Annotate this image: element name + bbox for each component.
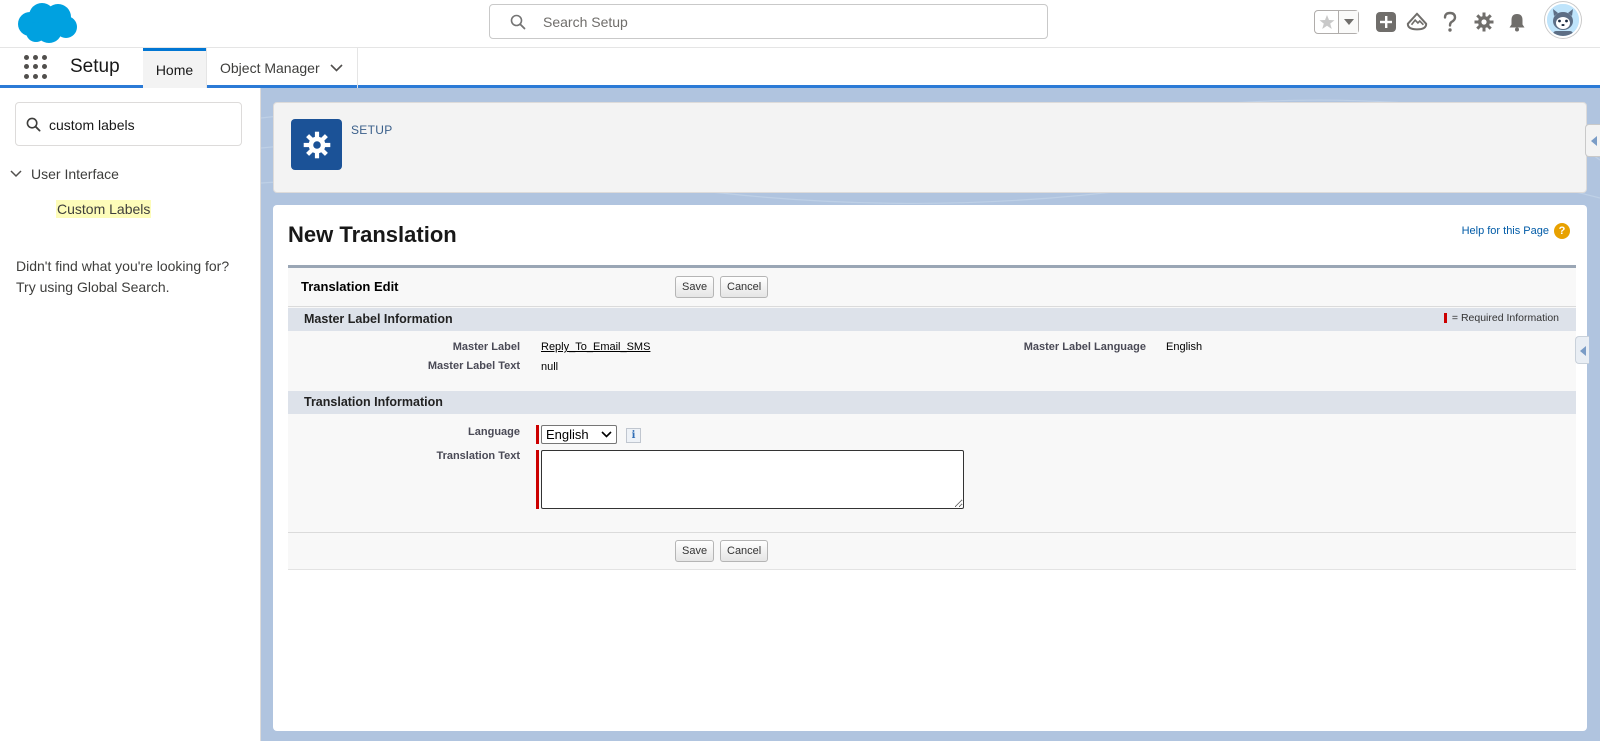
not-found-line-2: Try using Global Search.: [16, 279, 170, 295]
required-marker-icon: [1443, 313, 1447, 323]
global-search-box[interactable]: [489, 4, 1048, 39]
help-for-this-page-link[interactable]: Help for this Page ?: [1462, 223, 1570, 239]
block-title: Translation Edit: [301, 279, 399, 294]
tab-object-manager-label: Object Manager: [220, 60, 320, 76]
trailhead-icon[interactable]: [1406, 11, 1428, 33]
help-question-icon: ?: [1554, 223, 1570, 239]
save-button[interactable]: Save: [675, 276, 715, 298]
translation-edit-block: Translation Edit Save Cancel Master Labe…: [288, 265, 1576, 570]
tab-home[interactable]: Home: [143, 48, 206, 88]
search-icon: [26, 117, 41, 132]
quick-find-box[interactable]: [15, 102, 242, 146]
tab-home-label: Home: [155, 61, 194, 78]
required-legend: = Required Information: [1443, 312, 1559, 324]
section-title: Translation Information: [304, 395, 443, 409]
master-label-link[interactable]: Reply_To_Email_SMS: [541, 341, 650, 353]
section-title: Master Label Information: [304, 312, 453, 326]
master-text-label: Master Label Text: [427, 360, 520, 372]
master-text-value: null: [541, 361, 559, 373]
language-select[interactable]: English: [541, 425, 617, 444]
language-select-value: English: [546, 427, 589, 442]
translation-text-input[interactable]: [541, 450, 964, 509]
tab-object-manager[interactable]: Object Manager: [206, 48, 358, 88]
chevron-down-icon: [601, 431, 612, 438]
setup-sidebar: User Interface Custom Labels Didn't find…: [0, 88, 261, 741]
tree-item-label: User Interface: [31, 166, 119, 182]
not-found-line-1: Didn't find what you're looking for?: [16, 258, 230, 274]
global-header: [0, 0, 1600, 48]
chevron-down-icon[interactable]: [330, 64, 343, 72]
favorites-group: [1314, 10, 1359, 34]
tree-item-custom-labels[interactable]: Custom Labels: [56, 200, 152, 218]
not-found-message: Didn't find what you're looking for? Try…: [16, 256, 256, 298]
setup-gear-icon: [291, 119, 342, 170]
content-panel: New Translation Help for this Page ? Tra…: [273, 205, 1587, 731]
panel-collapse-toggle[interactable]: [1575, 336, 1589, 364]
chevron-down-icon[interactable]: [10, 170, 22, 178]
master-language-label: Master Label Language: [1023, 341, 1146, 353]
language-label: Language: [468, 426, 520, 438]
setup-breadcrumb[interactable]: SETUP: [351, 123, 393, 137]
user-avatar[interactable]: [1545, 2, 1581, 38]
info-icon[interactable]: i: [626, 428, 641, 443]
cancel-button[interactable]: Cancel: [720, 276, 769, 298]
required-legend-text: = Required Information: [1451, 312, 1559, 324]
salesforce-logo[interactable]: [16, 2, 78, 44]
global-search-input[interactable]: [543, 12, 1023, 32]
app-nav-bar: Setup Home Object Manager: [0, 48, 1600, 88]
page-title: New Translation: [288, 222, 457, 247]
favorites-star-icon[interactable]: [1315, 11, 1340, 33]
app-name: Setup: [70, 56, 120, 77]
notifications-bell-icon[interactable]: [1506, 11, 1528, 33]
master-label-section-header: Master Label Information = Required Info…: [288, 308, 1576, 331]
global-actions-icon[interactable]: [1375, 11, 1397, 33]
quick-find-input[interactable]: [49, 115, 229, 135]
app-launcher-icon[interactable]: [24, 55, 48, 79]
side-panel-toggle[interactable]: [1585, 124, 1600, 157]
cancel-button-bottom[interactable]: Cancel: [720, 540, 769, 562]
master-label-label: Master Label: [452, 341, 520, 353]
required-marker-icon: [536, 450, 539, 509]
required-marker-icon: [536, 425, 539, 444]
setup-page-header: SETUP: [273, 102, 1587, 193]
divider: [288, 306, 1576, 307]
translation-section-header: Translation Information: [288, 391, 1576, 414]
translation-text-label: Translation Text: [436, 450, 520, 462]
setup-gear-icon[interactable]: [1473, 11, 1495, 33]
search-icon: [510, 14, 526, 30]
help-icon[interactable]: [1439, 11, 1461, 33]
help-link-label: Help for this Page: [1461, 225, 1549, 237]
divider: [288, 532, 1576, 533]
tree-item-user-interface[interactable]: User Interface: [10, 166, 119, 182]
favorites-dropdown-icon[interactable]: [1339, 11, 1358, 33]
save-button-bottom[interactable]: Save: [675, 540, 715, 562]
master-language-value: English: [1166, 341, 1203, 353]
